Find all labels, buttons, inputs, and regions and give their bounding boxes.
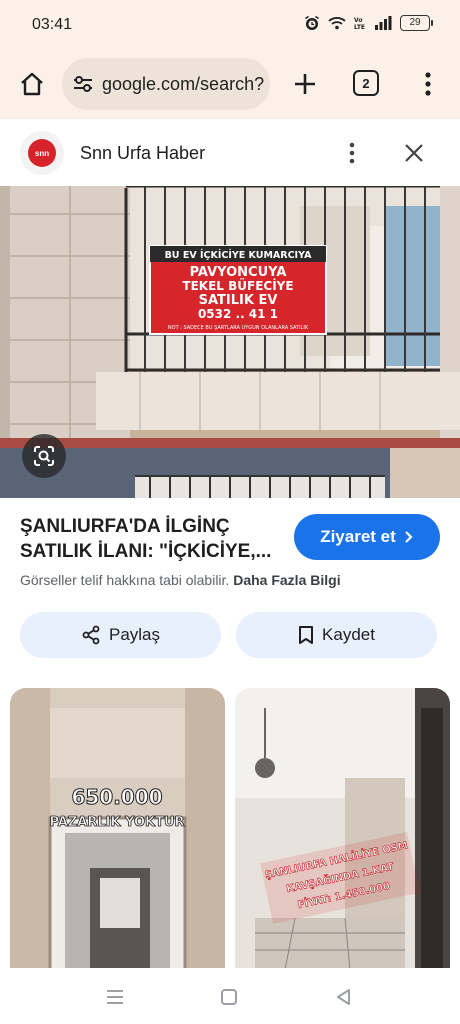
sign-line-4: SATILIK EV [199, 293, 278, 308]
recents-button[interactable] [102, 984, 128, 1010]
share-label: Paylaş [108, 625, 161, 644]
share-icon [82, 625, 100, 645]
main-image[interactable]: BU EV İÇKİCİYE KUMARCIYA PAVYONCUYA TEKE… [0, 186, 460, 498]
sign-line-2: PAVYONCUYA [190, 265, 287, 280]
bookmark-icon [299, 626, 314, 644]
sign-line-1: BU EV İÇKİCİYE KUMARCIYA [165, 250, 313, 261]
share-button[interactable]: Paylaş [20, 612, 221, 658]
close-icon [405, 144, 423, 162]
related-image-2[interactable]: ŞANLIURFA HALİLİYE OSM KAVŞAĞINDA 1.KAT … [235, 688, 450, 970]
sign-line-6: NOT : SADECE BU ŞARTLARA UYGUN OLANLARA … [168, 325, 309, 331]
thumb-1-price: 650.000 [71, 785, 162, 809]
sign-line-5: 0532 .. 41 1 [198, 307, 278, 321]
save-button[interactable]: Kaydet [236, 612, 437, 658]
copyright-notice: Görseller telif hakkına tabi olabilir. D… [20, 572, 341, 588]
source-header: snn Snn Urfa Haber [0, 118, 460, 186]
source-more-button[interactable] [340, 139, 364, 167]
signal-icon [375, 16, 392, 30]
status-bar: 03:41 Vo LTE 29 [0, 0, 460, 52]
source-logo: snn [20, 131, 64, 175]
new-tab-button[interactable] [288, 66, 322, 102]
related-image-1[interactable]: 650.000 PAZARLIK YOKTUR [10, 688, 225, 970]
lens-icon [34, 446, 54, 466]
url-text[interactable]: google.com/search? [102, 74, 264, 95]
chevron-right-icon [405, 531, 413, 543]
source-logo-mark: snn [28, 139, 56, 167]
thumb-1-note: PAZARLIK YOKTUR [49, 815, 184, 830]
more-vert-icon [425, 72, 431, 96]
svg-text:Vo: Vo [354, 17, 362, 24]
more-info-link[interactable]: Daha Fazla Bilgi [233, 572, 340, 588]
back-icon [337, 989, 350, 1005]
result-title[interactable]: ŞANLIURFA'DA İLGİNÇ SATILIK İLANI: "İÇKİ… [20, 514, 282, 564]
tab-switcher-button[interactable]: 2 [353, 70, 379, 96]
source-name[interactable]: Snn Urfa Haber [80, 143, 205, 164]
save-label: Kaydet [322, 625, 375, 644]
more-vert-icon [349, 142, 355, 164]
plus-icon [295, 74, 315, 94]
copyright-text: Görseller telif hakkına tabi olabilir. [20, 572, 230, 588]
status-icons: Vo LTE 29 [304, 15, 433, 31]
browser-toolbar: google.com/search? 2 [0, 52, 460, 118]
address-bar[interactable]: google.com/search? [62, 58, 270, 110]
volte-icon: VoLTE [354, 17, 365, 30]
close-button[interactable] [398, 137, 430, 169]
browser-menu-button[interactable] [414, 66, 442, 102]
system-nav-bar [0, 968, 460, 1024]
visit-button[interactable]: Ziyaret et [294, 514, 440, 560]
menu-icon [107, 990, 123, 1004]
wifi-icon [328, 17, 346, 30]
thumb-1-photo: 650.000 PAZARLIK YOKTUR [10, 688, 225, 970]
house-photo: BU EV İÇKİCİYE KUMARCIYA PAVYONCUYA TEKE… [0, 186, 460, 498]
thumb-2-photo: ŞANLIURFA HALİLİYE OSM KAVŞAĞINDA 1.KAT … [235, 688, 450, 970]
svg-text:LTE: LTE [354, 24, 365, 30]
battery-icon: 29 [400, 15, 433, 31]
home-button[interactable] [14, 66, 50, 102]
home-nav-button[interactable] [216, 984, 242, 1010]
square-icon [221, 989, 237, 1005]
status-time: 03:41 [32, 16, 73, 33]
lens-search-button[interactable] [22, 434, 66, 478]
tune-icon[interactable] [72, 73, 94, 95]
back-button[interactable] [330, 984, 356, 1010]
visit-button-label: Ziyaret et [320, 527, 396, 546]
home-icon [21, 72, 43, 96]
alarm-icon [305, 15, 319, 30]
sign-line-3: TEKEL BÜFECİYE [182, 278, 293, 293]
